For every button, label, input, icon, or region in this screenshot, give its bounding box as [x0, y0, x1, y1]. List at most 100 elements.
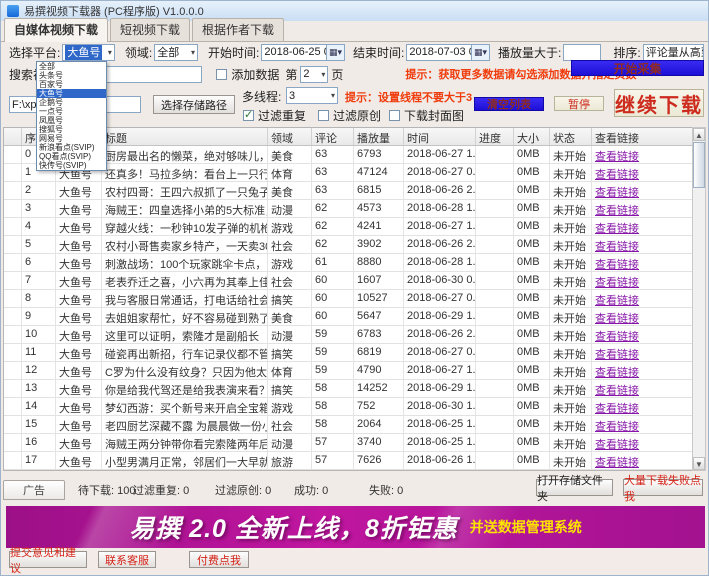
- plays-greater-input[interactable]: [563, 44, 601, 61]
- table-row[interactable]: 2 大鱼号 农村四哥：王四六叔抓了一只兔子，全家... 美食 63 6815 2…: [4, 182, 693, 200]
- calendar-icon[interactable]: ▦▾: [327, 44, 345, 61]
- view-link[interactable]: 查看链接: [592, 254, 693, 271]
- row-selector-cell[interactable]: [4, 398, 22, 415]
- row-selector-cell[interactable]: [4, 326, 22, 343]
- table-row[interactable]: 9 大鱼号 去姐姐家帮忙，好不容易碰到熟了的火龙... 美食 60 5647 2…: [4, 308, 693, 326]
- filter-original-checkbox[interactable]: [318, 110, 329, 121]
- view-link[interactable]: 查看链接: [592, 380, 693, 397]
- table-row[interactable]: 16 大鱼号 海贼王两分钟带你看完索隆两年后的霸气瞬间 动漫 57 3740 2…: [4, 434, 693, 452]
- table-scrollbar[interactable]: ▲ ▼: [692, 127, 706, 471]
- platform-option[interactable]: 新浪看点(SVIP): [37, 143, 106, 152]
- row-selector-cell[interactable]: [4, 254, 22, 271]
- filter-duplicate-label[interactable]: 过滤重复: [243, 107, 306, 124]
- table-row[interactable]: 1 大鱼号 还真多！马拉多纳：看台上一只行走的表情包 体育 63 47124 2…: [4, 164, 693, 182]
- table-row[interactable]: 15 大鱼号 老四厨艺深藏不露 为晨晨做一份小龙虾晨... 社会 58 2064…: [4, 416, 693, 434]
- view-link[interactable]: 查看链接: [592, 344, 693, 361]
- view-link[interactable]: 查看链接: [592, 416, 693, 433]
- clear-list-button[interactable]: 清空列表: [474, 97, 544, 111]
- row-selector-cell[interactable]: [4, 308, 22, 325]
- table-row[interactable]: 8 大鱼号 我与客服日常通话，打电话给社会王天始... 搞笑 60 10527 …: [4, 290, 693, 308]
- table-row[interactable]: 5 大鱼号 农村小哥售卖家乡特产，一天卖300斤，吃... 社会 62 3902…: [4, 236, 693, 254]
- tab-short-video-download[interactable]: 短视频下载: [110, 18, 190, 41]
- platform-option[interactable]: 企鹅号: [37, 98, 106, 107]
- tab-by-author-download[interactable]: 根据作者下载: [192, 18, 284, 41]
- download-fail-help-button[interactable]: 大量下载失败点我: [623, 479, 703, 496]
- view-link[interactable]: 查看链接: [592, 398, 693, 415]
- scroll-down-icon[interactable]: ▼: [693, 457, 705, 470]
- table-row[interactable]: 13 大鱼号 你是给我代驾还是给我表演来看？太搞笑了 搞笑 58 14252 2…: [4, 380, 693, 398]
- row-selector-cell[interactable]: [4, 416, 22, 433]
- platform-option[interactable]: 一点号: [37, 107, 106, 116]
- view-link[interactable]: 查看链接: [592, 362, 693, 379]
- platform-option[interactable]: 全部: [37, 62, 106, 71]
- filter-duplicate-checkbox[interactable]: [243, 110, 254, 121]
- row-selector-cell[interactable]: [4, 146, 22, 163]
- platform-option[interactable]: 凤凰号: [37, 116, 106, 125]
- row-selector-cell[interactable]: [4, 434, 22, 451]
- view-link[interactable]: 查看链接: [592, 326, 693, 343]
- view-link[interactable]: 查看链接: [592, 434, 693, 451]
- row-selector-cell[interactable]: [4, 182, 22, 199]
- pay-button[interactable]: 付费点我: [189, 551, 249, 568]
- row-selector-cell[interactable]: [4, 362, 22, 379]
- open-folder-button[interactable]: 打开存储文件夹: [536, 479, 613, 496]
- row-selector-cell[interactable]: [4, 452, 22, 469]
- choose-path-button[interactable]: 选择存储路径: [153, 95, 235, 114]
- scroll-up-icon[interactable]: ▲: [693, 128, 705, 141]
- view-link[interactable]: 查看链接: [592, 146, 693, 163]
- start-time-input[interactable]: 2018-06-25 00:00: [261, 44, 327, 61]
- scrollbar-thumb[interactable]: [693, 142, 705, 188]
- continue-download-button[interactable]: 继续下载: [614, 89, 704, 117]
- view-link[interactable]: 查看链接: [592, 308, 693, 325]
- table-row[interactable]: 3 大鱼号 海贼王：四皇选择小弟的5大标准，海怪红... 动漫 62 4573 …: [4, 200, 693, 218]
- row-selector-cell[interactable]: [4, 272, 22, 289]
- view-link[interactable]: 查看链接: [592, 182, 693, 199]
- domain-select[interactable]: 全部 ▾: [154, 44, 198, 61]
- view-link[interactable]: 查看链接: [592, 272, 693, 289]
- row-selector-cell[interactable]: [4, 236, 22, 253]
- row-selector-cell[interactable]: [4, 218, 22, 235]
- calendar-icon[interactable]: ▦▾: [472, 44, 490, 61]
- tab-media-video-download[interactable]: 自媒体视频下载: [4, 18, 108, 42]
- table-row[interactable]: 17 大鱼号 小型男满月正常，邻居们一大早就过来道... 旅游 57 7626 …: [4, 452, 693, 470]
- feedback-button[interactable]: 提交意见和建议: [9, 551, 87, 568]
- download-cover-checkbox[interactable]: [389, 110, 400, 121]
- view-link[interactable]: 查看链接: [592, 290, 693, 307]
- table-row[interactable]: 10 大鱼号 这里可以证明，索隆才是副船长 动漫 59 6783 2018-06…: [4, 326, 693, 344]
- table-row[interactable]: 4 大鱼号 穿越火线：一秒钟10发子弹的机枪，右键... 游戏 62 4241 …: [4, 218, 693, 236]
- sort-select[interactable]: 评论量从高到低 ▾: [643, 44, 704, 61]
- row-selector-cell[interactable]: [4, 200, 22, 217]
- table-row[interactable]: 11 大鱼号 碰瓷再出新招，行车记录仪都不管用，让... 搞笑 59 6819 …: [4, 344, 693, 362]
- page-select[interactable]: 2 ▾: [300, 66, 328, 83]
- view-link[interactable]: 查看链接: [592, 200, 693, 217]
- add-data-checkbox[interactable]: [216, 69, 227, 80]
- platform-option[interactable]: 百家号: [37, 80, 106, 89]
- filter-original-label[interactable]: 过滤原创: [318, 107, 381, 124]
- add-data-checkbox-label[interactable]: 添加数据: [216, 66, 279, 83]
- end-time-input[interactable]: 2018-07-03 00:00: [406, 44, 472, 61]
- platform-option[interactable]: 大鱼号: [37, 89, 106, 98]
- contact-support-button[interactable]: 联系客服: [98, 551, 156, 568]
- view-link[interactable]: 查看链接: [592, 218, 693, 235]
- download-cover-label[interactable]: 下载封面图: [389, 107, 464, 124]
- row-selector-cell[interactable]: [4, 380, 22, 397]
- start-collect-button[interactable]: 开始采集: [571, 60, 704, 76]
- promo-banner[interactable]: 易撰 2.0 全新上线，8折钜惠 并送数据管理系统: [6, 506, 705, 548]
- platform-option[interactable]: 搜狐号: [37, 125, 106, 134]
- table-row[interactable]: 0 大鱼号 厨房最出名的懒菜，绝对够味儿，农村小... 美食 63 6793 2…: [4, 146, 693, 164]
- platform-select[interactable]: 大鱼号 ▾: [62, 44, 115, 61]
- row-selector-cell[interactable]: [4, 290, 22, 307]
- pause-button[interactable]: 暂停: [554, 96, 604, 111]
- table-row[interactable]: 12 大鱼号 C罗为什么没有纹身？只因为他太有爱心。... 体育 59 4790…: [4, 362, 693, 380]
- view-link[interactable]: 查看链接: [592, 164, 693, 181]
- row-selector-cell[interactable]: [4, 344, 22, 361]
- view-link[interactable]: 查看链接: [592, 236, 693, 253]
- view-link[interactable]: 查看链接: [592, 452, 693, 469]
- table-row[interactable]: 14 大鱼号 梦幻西游：买个新号来开启全宝箱，运气... 游戏 58 752 2…: [4, 398, 693, 416]
- threads-select[interactable]: 3 ▾: [286, 87, 338, 104]
- platform-option[interactable]: 快传号(SVIP): [37, 161, 106, 170]
- table-row[interactable]: 7 大鱼号 老表乔迁之喜，小六再为其奉上佳对贺新... 社会 60 1607 2…: [4, 272, 693, 290]
- row-selector-cell[interactable]: [4, 164, 22, 181]
- ad-tab[interactable]: 广告: [3, 480, 65, 500]
- platform-option[interactable]: 网易号: [37, 134, 106, 143]
